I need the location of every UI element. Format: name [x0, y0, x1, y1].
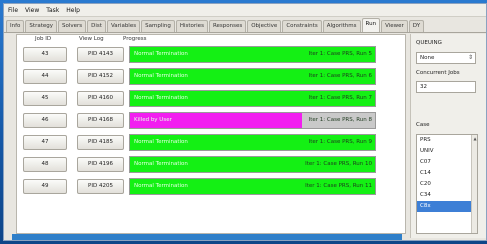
tab-viewer[interactable]: Viewer — [381, 20, 408, 32]
tab-strategy[interactable]: Strategy — [25, 20, 57, 32]
tab-histories[interactable]: Histories — [175, 20, 208, 32]
case-list-item[interactable]: C34 — [417, 190, 477, 201]
tab-algorithms[interactable]: Algorithms — [322, 20, 361, 32]
case-list-item[interactable]: C8x — [417, 201, 477, 212]
queuing-value: None — [420, 55, 435, 61]
menu-task[interactable]: Task — [46, 7, 59, 14]
tab-sampling[interactable]: Sampling — [141, 20, 175, 32]
case-list[interactable]: PRS UNIV C07 C14 C20 C34 C8x ▲ — [416, 134, 478, 234]
case-list-item[interactable]: UNIV — [417, 146, 477, 157]
tab-responses[interactable]: Responses — [208, 20, 247, 32]
job-id-button[interactable]: 45 — [23, 91, 67, 106]
job-row: 49 PID 4205 Normal Termination Iter 1: Case… — [19, 177, 404, 198]
job-detail-text: Iter 1: Case PRS, Run 6 — [308, 73, 372, 79]
progress-bar: Normal Termination Iter 1: Case PRS, Run … — [129, 134, 376, 151]
progress-bar: Killed by User Iter 1: Case PRS, Run 8 — [129, 112, 376, 129]
col-header-progress: Progress — [123, 36, 147, 42]
view-log-button[interactable]: PID 4152 — [77, 69, 124, 84]
menu-bar: File View Task Help — [4, 4, 486, 17]
job-id-button[interactable]: 48 — [23, 157, 67, 172]
case-list-item[interactable]: C14 — [417, 168, 477, 179]
progress-bar: Normal Termination Iter 1: Case PRS, Run … — [129, 156, 376, 173]
job-row: 46 PID 4168 Killed by User Iter 1: Case PRS… — [19, 111, 404, 132]
tab-dy[interactable]: DY — [408, 20, 425, 32]
view-log-button[interactable]: PID 4143 — [77, 47, 124, 62]
tab-bar: Info Strategy Solvers Dist Variables Sampling… — [4, 18, 486, 33]
job-status-text: Killed by User — [134, 117, 172, 123]
view-log-button[interactable]: PID 4205 — [77, 179, 124, 194]
jobs-panel: Job ID View Log Progress 43 PID 4143 Norma… — [16, 34, 406, 234]
job-id-button[interactable]: 46 — [23, 113, 67, 128]
case-label: Case — [416, 122, 430, 128]
col-header-job-id: Job ID — [35, 36, 52, 42]
job-detail-text: Iter 1: Case PRS, Run 8 — [308, 117, 372, 123]
job-row: 44 PID 4152 Normal Termination Iter 1: Case… — [19, 67, 404, 88]
tab-constraints[interactable]: Constraints — [282, 20, 322, 32]
job-row: 47 PID 4185 Normal Termination Iter 1: Case… — [19, 133, 404, 154]
menu-view[interactable]: View — [25, 7, 39, 14]
job-id-button[interactable]: 44 — [23, 69, 67, 84]
scroll-up-icon[interactable]: ▲ — [472, 135, 477, 142]
job-row: 43 PID 4143 Normal Termination Iter 1: Case… — [19, 45, 404, 66]
progress-bar: Normal Termination Iter 1: Case PRS, Run … — [129, 68, 376, 85]
job-status-text: Normal Termination — [134, 51, 188, 57]
job-row: 45 PID 4160 Normal Termination Iter 1: Case… — [19, 89, 404, 110]
tab-solvers[interactable]: Solvers — [58, 20, 87, 32]
chevron-updown-icon: ⇕ — [467, 54, 473, 61]
job-status-text: Normal Termination — [134, 95, 188, 101]
case-list-scrollbar[interactable]: ▲ — [471, 135, 477, 233]
job-detail-text: Iter 1: Case PRS, Run 11 — [305, 183, 372, 189]
concurrent-jobs-input[interactable]: 32 — [416, 81, 476, 93]
tab-info[interactable]: Info — [6, 20, 25, 32]
run-settings-sidebar: QUEUING None ⇕ Concurrent Jobs 32 Case P… — [410, 34, 486, 238]
tab-variables[interactable]: Variables — [106, 20, 141, 32]
job-detail-text: Iter 1: Case PRS, Run 10 — [305, 161, 372, 167]
job-row: 48 PID 4196 Normal Termination Iter 1: Case… — [19, 155, 404, 176]
menu-file[interactable]: File — [8, 7, 18, 14]
job-detail-text: Iter 1: Case PRS, Run 7 — [308, 95, 372, 101]
app-window: File View Task Help Info Strategy Solvers D… — [3, 3, 487, 241]
job-detail-text: Iter 1: Case PRS, Run 9 — [308, 139, 372, 145]
tab-run[interactable]: Run — [361, 18, 381, 32]
queuing-label: QUEUING — [416, 40, 442, 46]
tab-objective[interactable]: Objective — [247, 20, 282, 32]
progress-bar: Normal Termination Iter 1: Case PRS, Run … — [129, 46, 376, 63]
view-log-button[interactable]: PID 4168 — [77, 113, 124, 128]
tab-dist[interactable]: Dist — [87, 20, 106, 32]
job-status-text: Normal Termination — [134, 161, 188, 167]
view-log-button[interactable]: PID 4196 — [77, 157, 124, 172]
job-status-text: Normal Termination — [134, 139, 188, 145]
job-id-button[interactable]: 47 — [23, 135, 67, 150]
job-status-text: Normal Termination — [134, 183, 188, 189]
view-log-button[interactable]: PID 4185 — [77, 135, 124, 150]
job-detail-text: Iter 1: Case PRS, Run 5 — [308, 51, 372, 57]
col-header-view-log: View Log — [79, 36, 104, 42]
job-id-button[interactable]: 49 — [23, 179, 67, 194]
progress-bar: Normal Termination Iter 1: Case PRS, Run … — [129, 90, 376, 107]
case-list-item[interactable]: C07 — [417, 157, 477, 168]
job-id-button[interactable]: 43 — [23, 47, 67, 62]
bottom-progress-strip — [12, 234, 402, 240]
case-list-item[interactable]: PRS — [417, 135, 477, 146]
concurrent-jobs-value: 32 — [420, 84, 427, 90]
queuing-select[interactable]: None ⇕ — [416, 52, 476, 64]
view-log-button[interactable]: PID 4160 — [77, 91, 124, 106]
menu-help[interactable]: Help — [66, 7, 80, 14]
concurrent-jobs-label: Concurrent Jobs — [416, 70, 460, 76]
progress-bar: Normal Termination Iter 1: Case PRS, Run … — [129, 178, 376, 195]
job-status-text: Normal Termination — [134, 73, 188, 79]
case-list-item[interactable]: C20 — [417, 179, 477, 190]
